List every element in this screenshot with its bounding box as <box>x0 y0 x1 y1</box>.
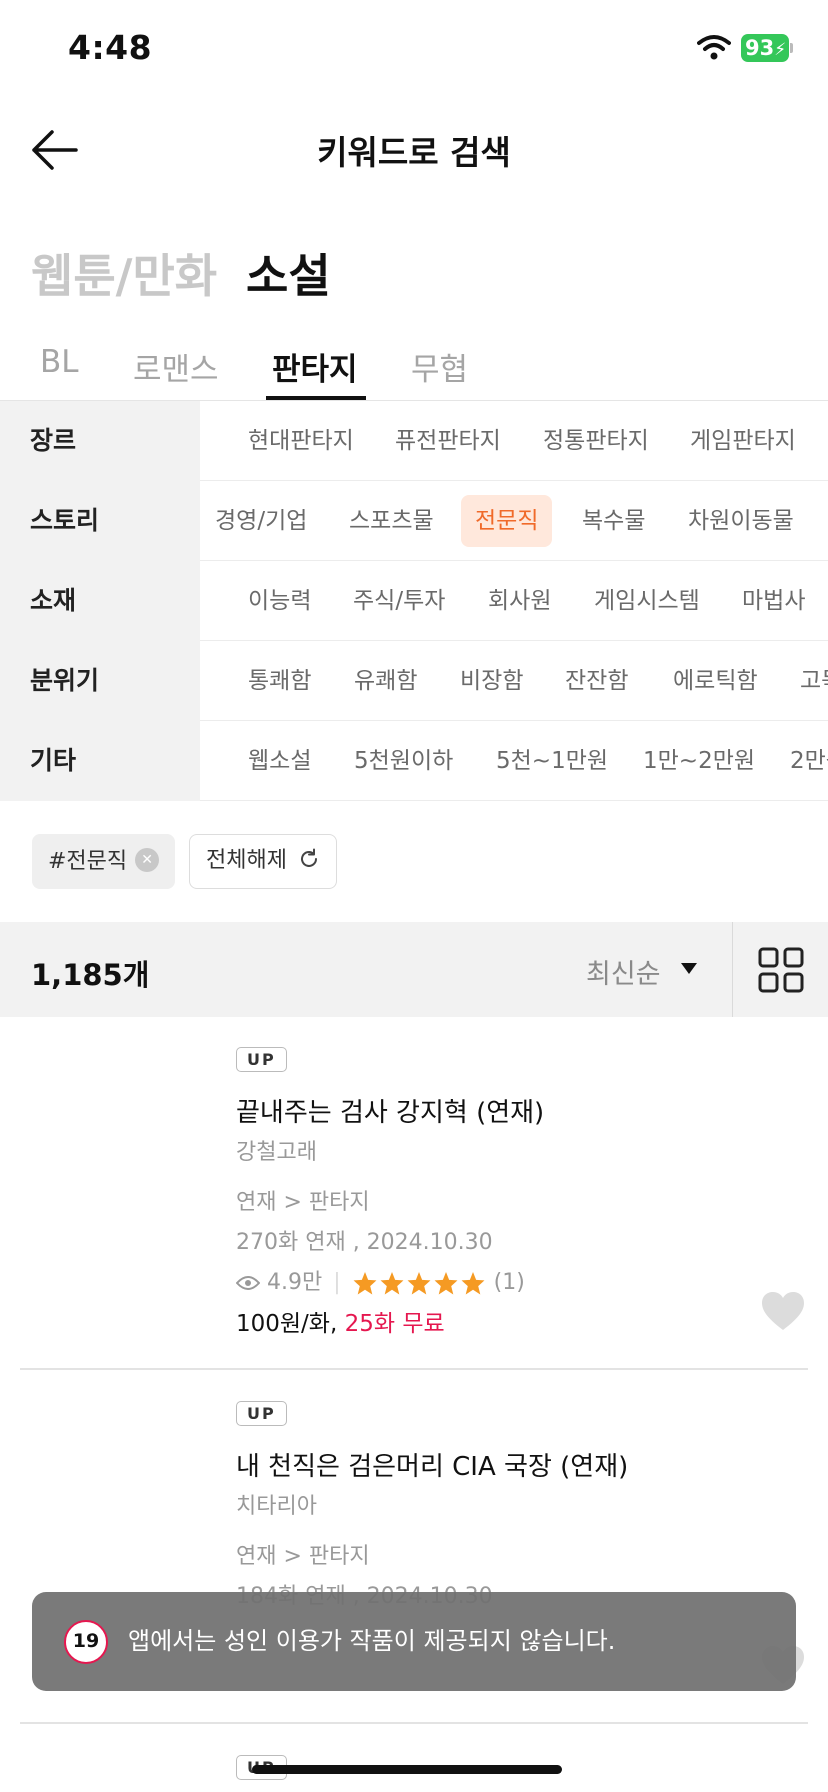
filter-chip[interactable]: 복수물 <box>582 481 645 561</box>
filter-row-mood: 분위기 통쾌함 유쾌함 비장함 잔잔함 에로틱함 고독 <box>0 641 828 721</box>
item-price: 100원/화, <box>236 1311 338 1337</box>
star-icon <box>434 1271 458 1294</box>
star-icon <box>353 1271 377 1294</box>
rating-stars <box>352 1270 487 1295</box>
grid-view-icon[interactable] <box>758 947 804 997</box>
battery-level: 93 <box>745 36 775 60</box>
refresh-icon <box>301 848 317 867</box>
filter-chip[interactable]: 마법사 <box>742 561 805 641</box>
filter-chip[interactable]: 1만~2만원 <box>643 721 755 801</box>
selected-tag-label: #전문직 <box>48 849 128 874</box>
filter-chip[interactable]: 잔잔함 <box>565 641 628 721</box>
age-rating-badge: 19 <box>64 1620 108 1664</box>
tab-martial-arts[interactable]: 무협 <box>411 344 468 389</box>
item-episodes: 270화 연재 , 2024.10.30 <box>236 1230 493 1255</box>
filter-row-story: 스토리 경영/기업 스포츠물 전문직 복수물 차원이동물 <box>0 481 828 561</box>
filter-chip[interactable]: 고독 <box>800 641 828 721</box>
filter-chip[interactable]: 게임판타지 <box>690 401 796 481</box>
filter-chip[interactable]: 현대판타지 <box>248 401 354 481</box>
filter-chip[interactable]: 2만원 <box>790 721 828 801</box>
battery-nub <box>790 43 793 53</box>
filter-row-genre: 장르 현대판타지 퓨전판타지 정통판타지 게임판타지 <box>0 401 828 481</box>
battery-indicator: 93⚡ <box>741 34 789 62</box>
filter-chip[interactable]: 5천~1만원 <box>496 721 608 801</box>
item-views: 4.9만 <box>267 1270 323 1295</box>
selected-tag[interactable]: #전문직 ✕ <box>32 834 176 889</box>
filter-chip[interactable]: 통쾌함 <box>248 641 311 721</box>
remove-tag-icon[interactable]: ✕ <box>135 848 160 872</box>
filter-label: 장르 <box>0 401 200 481</box>
tab-fantasy[interactable]: 판타지 <box>272 344 358 389</box>
item-separator <box>20 1368 808 1370</box>
filter-chip[interactable]: 에로틱함 <box>673 641 758 721</box>
sort-dropdown[interactable]: 최신순 <box>586 952 661 991</box>
item-category: 연재 > 판타지 <box>236 1190 370 1215</box>
filter-chip[interactable]: 게임시스템 <box>594 561 700 641</box>
toast-message: 앱에서는 성인 이용가 작품이 제공되지 않습니다. <box>128 1627 616 1655</box>
filter-chip[interactable]: 유쾌함 <box>354 641 417 721</box>
eye-icon <box>235 1276 261 1290</box>
category-webtoon[interactable]: 웹툰/만화 <box>31 240 217 306</box>
star-icon <box>461 1271 485 1294</box>
filter-chip-selected[interactable]: 전문직 <box>461 495 553 547</box>
filter-label: 기타 <box>0 721 200 801</box>
tab-bl[interactable]: BL <box>40 344 79 380</box>
item-separator <box>20 1722 808 1724</box>
item-free-episodes: 25화 무료 <box>344 1311 445 1337</box>
filter-chip[interactable]: 비장함 <box>460 641 523 721</box>
result-count: 1,185개 <box>31 958 150 992</box>
filter-chip[interactable]: 웹소설 <box>248 721 311 801</box>
filter-chip[interactable]: 스포츠물 <box>349 481 434 561</box>
divider <box>732 922 733 1017</box>
star-icon <box>407 1271 431 1294</box>
filter-chip[interactable]: 이능력 <box>248 561 311 641</box>
page-title: 키워드로 검색 <box>317 133 511 172</box>
filter-chip[interactable]: 차원이동물 <box>688 481 794 561</box>
filter-row-etc: 기타 웹소설 5천원이하 5천~1만원 1만~2만원 2만원 <box>0 721 828 801</box>
item-rating-count: (1) <box>493 1270 525 1295</box>
tab-romance[interactable]: 로맨스 <box>133 344 219 389</box>
status-time: 4:48 <box>68 28 153 67</box>
item-title[interactable]: 끝내주는 검사 강지혁 (연재) <box>236 1092 544 1129</box>
category-novel[interactable]: 소설 <box>246 240 331 306</box>
filter-chip[interactable]: 주식/투자 <box>353 561 445 641</box>
filter-chip[interactable]: 경영/기업 <box>215 481 307 561</box>
filter-label: 분위기 <box>0 641 200 721</box>
filter-chip[interactable]: 5천원이하 <box>354 721 453 801</box>
reset-label: 전체해제 <box>206 848 287 873</box>
up-badge: UP <box>236 1047 287 1072</box>
item-category: 연재 > 판타지 <box>236 1544 370 1569</box>
item-author: 강철고래 <box>236 1140 317 1165</box>
filter-chip[interactable]: 정통판타지 <box>543 401 649 481</box>
caret-down-icon[interactable] <box>681 963 697 974</box>
up-badge: UP <box>236 1401 287 1426</box>
tab-active-indicator <box>266 396 366 400</box>
home-indicator[interactable] <box>252 1765 562 1774</box>
item-author: 치타리아 <box>236 1494 317 1519</box>
filter-label: 소재 <box>0 561 200 641</box>
filter-chip[interactable]: 회사원 <box>488 561 551 641</box>
item-meta: 4.9만 | (1) <box>235 1264 525 1296</box>
filter-label: 스토리 <box>0 481 200 561</box>
filter-row-material: 소재 이능력 주식/투자 회사원 게임시스템 마법사 <box>0 561 828 641</box>
star-icon <box>380 1271 404 1294</box>
adult-content-toast: 19 앱에서는 성인 이용가 작품이 제공되지 않습니다. <box>32 1592 796 1691</box>
filter-chip[interactable]: 퓨전판타지 <box>395 401 501 481</box>
wifi-icon <box>697 34 731 64</box>
item-price-row: 100원/화, 25화 무료 <box>236 1304 445 1338</box>
heart-icon[interactable] <box>760 1290 806 1336</box>
reset-all-button[interactable]: 전체해제 <box>189 834 337 889</box>
item-title[interactable]: 내 천직은 검은머리 CIA 국장 (연재) <box>236 1446 628 1483</box>
